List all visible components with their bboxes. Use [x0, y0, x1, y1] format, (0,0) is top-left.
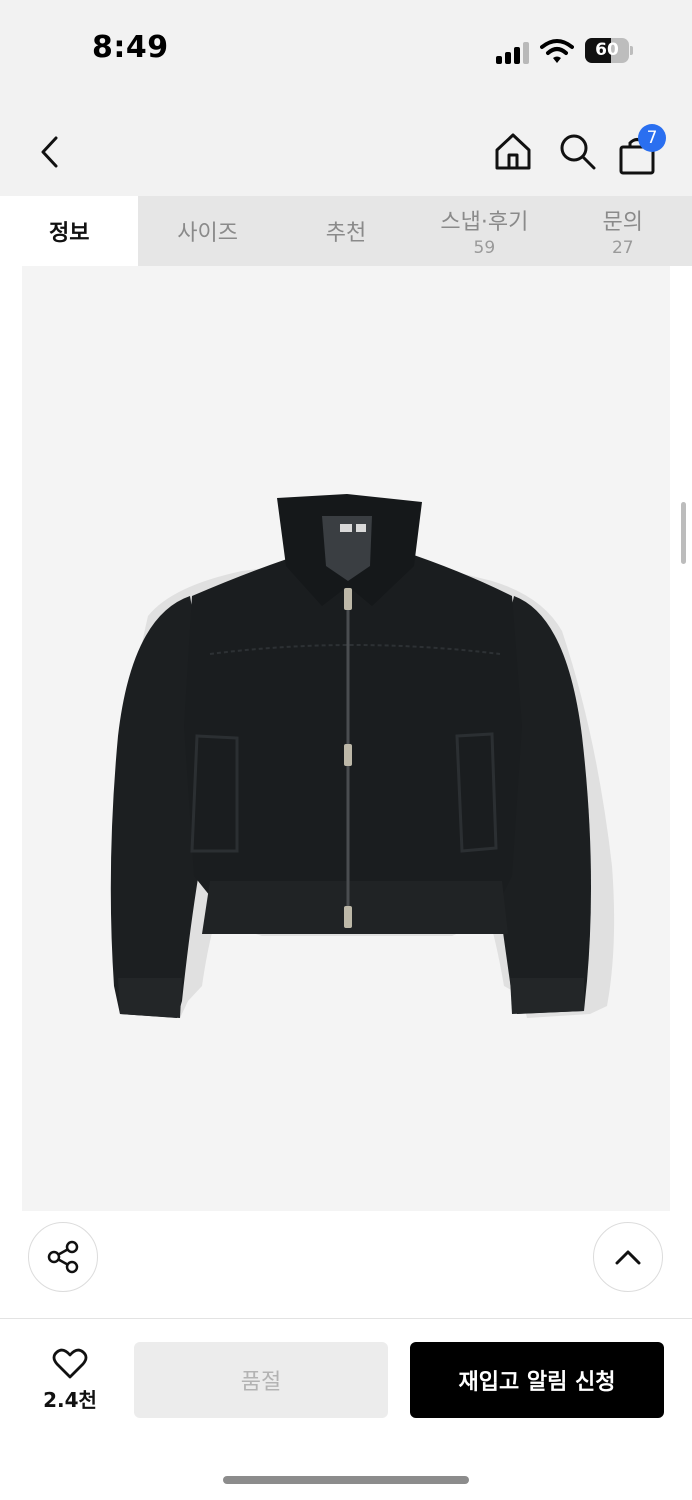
chevron-left-icon	[41, 136, 58, 168]
black-zip-jacket-image	[110, 494, 615, 1018]
tab-label: 문의	[602, 210, 643, 235]
like-count: 2.4천	[43, 1387, 97, 1412]
tab-label: 스냅·후기	[440, 210, 529, 235]
product-tabs: 정보 사이즈 추천 스냅·후기 59 문의 27	[0, 196, 692, 266]
share-button[interactable]	[28, 1222, 98, 1292]
wifi-icon	[540, 38, 574, 64]
soldout-button[interactable]: 품절	[134, 1342, 388, 1418]
tab-label: 추천	[325, 221, 367, 246]
heart-icon	[52, 1348, 88, 1378]
search-button[interactable]	[554, 128, 600, 174]
tab-label: 정보	[48, 221, 90, 246]
battery-icon: 60	[585, 38, 633, 63]
tab-count: 27	[611, 238, 634, 258]
restock-alert-button[interactable]: 재입고 알림 신청	[410, 1342, 664, 1418]
tab-snap-review[interactable]: 스냅·후기 59	[415, 196, 553, 266]
status-bar: 8:49 60	[0, 0, 692, 100]
home-button[interactable]	[490, 128, 536, 174]
scroll-to-top-button[interactable]	[593, 1222, 663, 1292]
tab-info[interactable]: 정보	[0, 196, 139, 266]
tab-count: 59	[473, 238, 496, 258]
bottom-divider	[0, 1318, 692, 1319]
product-image[interactable]	[22, 266, 670, 1211]
home-icon	[495, 133, 531, 170]
tab-label: 사이즈	[177, 221, 238, 246]
home-indicator	[223, 1476, 469, 1484]
cart-button[interactable]: 7	[616, 124, 666, 176]
cart-count-badge: 7	[638, 124, 666, 152]
like-button[interactable]: 2.4천	[30, 1342, 110, 1418]
back-button[interactable]	[28, 130, 72, 174]
battery-level: 60	[595, 40, 619, 60]
tab-size[interactable]: 사이즈	[138, 196, 276, 266]
share-icon	[47, 1240, 79, 1274]
top-nav-bar: 7	[0, 100, 692, 196]
product-image-area	[0, 266, 692, 1216]
tab-inquiry[interactable]: 문의 27	[554, 196, 692, 266]
chevron-up-icon	[615, 1250, 641, 1265]
cellular-signal-icon	[496, 40, 532, 64]
product-detail-screen: 8:49 60 7 정보 사이즈 추천 스냅·후기 59 문의 27 2.4천 …	[0, 0, 692, 1500]
tab-recommend[interactable]: 추천	[277, 196, 415, 266]
scroll-indicator[interactable]	[681, 502, 686, 564]
status-time: 8:49	[92, 30, 169, 65]
search-icon	[560, 134, 596, 170]
